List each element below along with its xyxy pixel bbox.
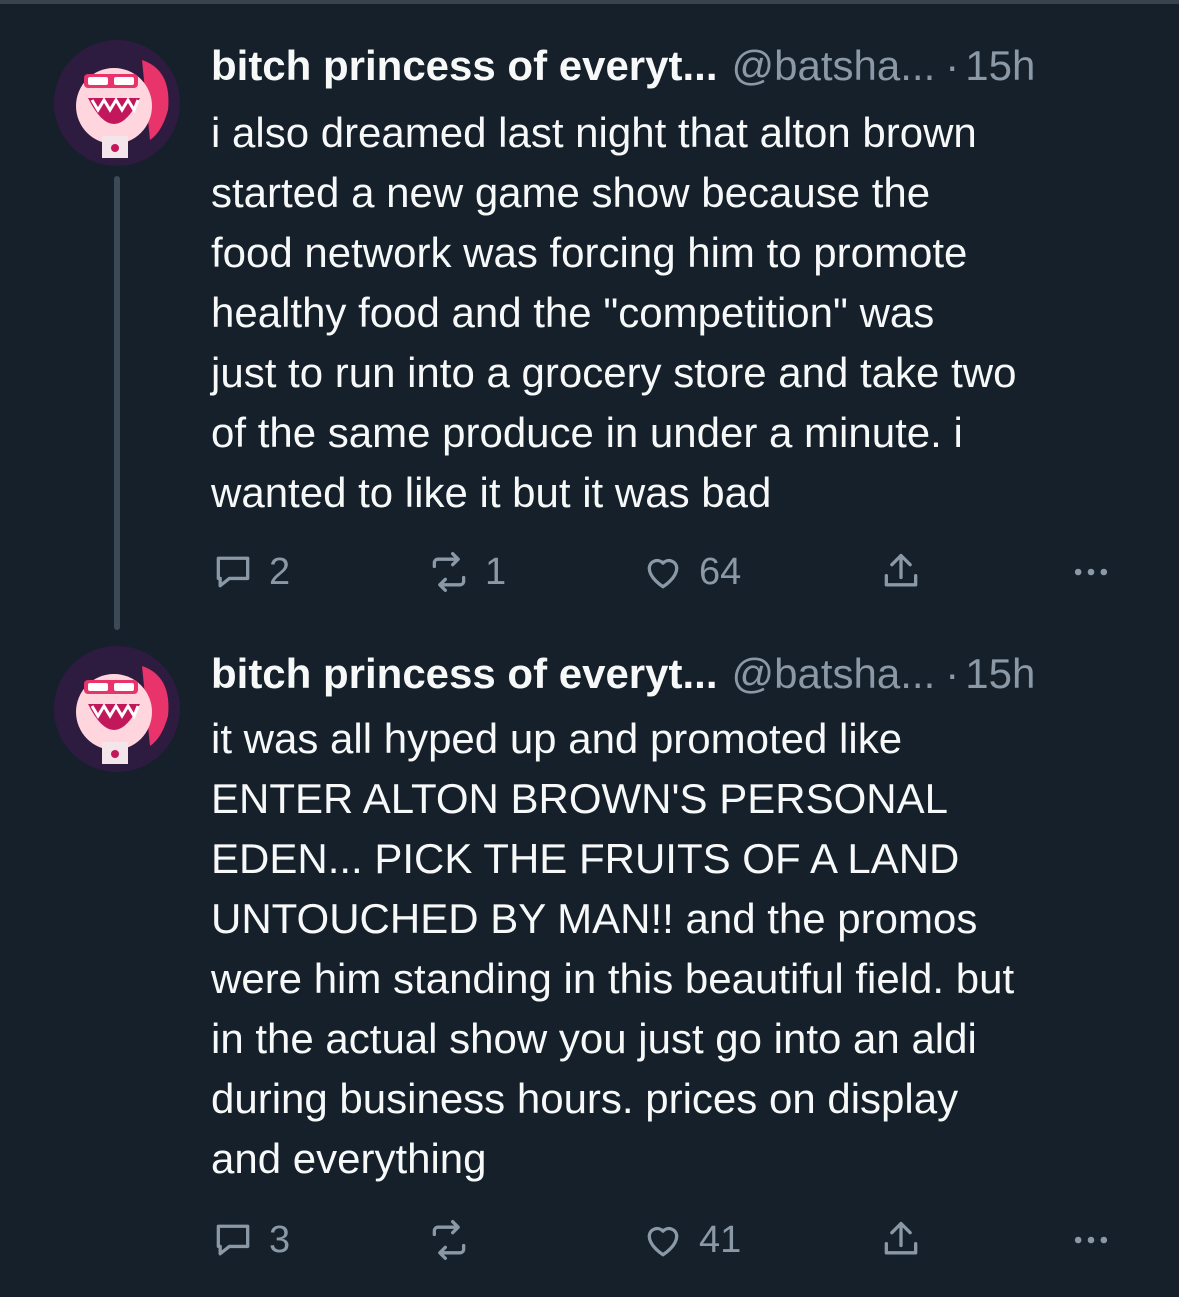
tweet-text: i also dreamed last night that alton bro… (211, 109, 1017, 516)
tweet-actions: 2 1 64 (211, 544, 1121, 600)
reply-button[interactable]: 3 (211, 1212, 290, 1268)
tweet-actions: 3 41 (211, 1212, 1121, 1268)
share-icon (884, 553, 918, 587)
tweet-text: it was all hyped up and promoted like EN… (211, 715, 1015, 1182)
retweet-icon (432, 552, 466, 592)
display-name[interactable]: bitch princess of everyt... (211, 42, 718, 89)
timestamp[interactable]: 15h (965, 42, 1035, 89)
share-button[interactable] (879, 544, 923, 600)
heart-icon (647, 1226, 679, 1257)
tweet[interactable]: bitch princess of everyt... @batsha... · 15… (0, 0, 1179, 630)
share-button[interactable] (879, 1212, 923, 1268)
separator-dot: · (945, 42, 960, 89)
more-icon (1074, 1236, 1108, 1244)
more-options-button[interactable] (1069, 544, 1113, 600)
reply-icon (216, 556, 250, 588)
avatar[interactable] (54, 40, 180, 166)
like-button[interactable]: 41 (641, 1212, 741, 1268)
like-button[interactable]: 64 (641, 544, 741, 600)
separator-dot: · (945, 650, 960, 697)
retweet-count: 1 (485, 551, 507, 593)
tweet[interactable]: bitch princess of everyt... @batsha... · 15… (0, 630, 1179, 1297)
retweet-button[interactable] (427, 1212, 485, 1268)
tweet-header: bitch princess of everyt... @batsha... · 15… (211, 38, 1151, 94)
avatar-icon (54, 40, 180, 166)
timestamp[interactable]: 15h (965, 650, 1035, 697)
retweet-button[interactable]: 1 (427, 544, 506, 600)
avatar[interactable] (54, 646, 180, 772)
heart-icon (647, 558, 679, 589)
user-handle[interactable]: @batsha... (732, 42, 936, 89)
thread-connector (114, 176, 120, 630)
retweet-icon (432, 1220, 466, 1260)
like-count: 64 (699, 551, 742, 593)
reply-icon (216, 1224, 250, 1256)
like-count: 41 (699, 1219, 742, 1261)
avatar-icon (54, 646, 180, 772)
display-name[interactable]: bitch princess of everyt... (211, 650, 718, 697)
tweet-header: bitch princess of everyt... @batsha... · 15… (211, 646, 1151, 702)
more-icon (1074, 568, 1108, 576)
reply-count: 2 (269, 551, 291, 593)
share-icon (884, 1221, 918, 1255)
user-handle[interactable]: @batsha... (732, 650, 936, 697)
more-options-button[interactable] (1069, 1212, 1113, 1268)
reply-button[interactable]: 2 (211, 544, 290, 600)
reply-count: 3 (269, 1219, 291, 1261)
